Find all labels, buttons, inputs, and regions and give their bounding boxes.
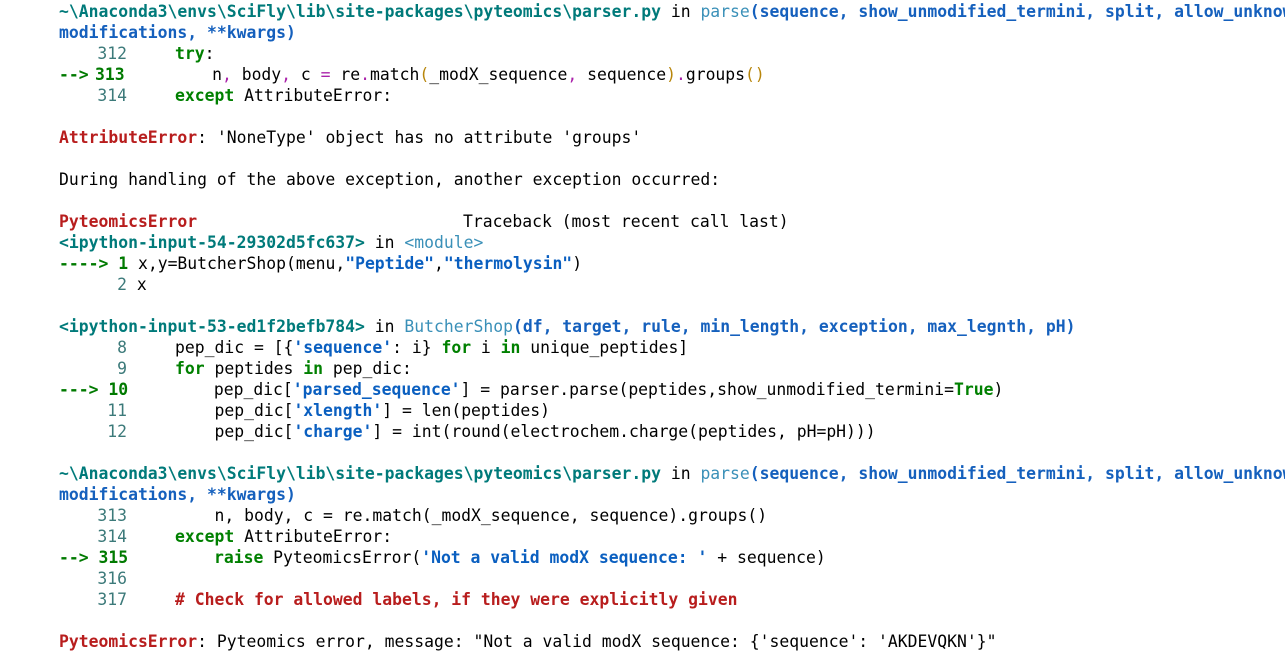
function-signature: (sequence, show_unmodified_termini, spli… — [749, 2, 1285, 21]
frame-header-cont: modifications, **kwargs) — [59, 23, 296, 42]
function-name: parse — [700, 464, 750, 483]
code-line-current: --> 313 n, body, c = re.match(_modX_seque… — [59, 65, 765, 84]
code-line: 313 n, body, c = re.match(_modX_sequence… — [97, 506, 768, 525]
traceback-output: ~\Anaconda3\envs\SciFly\lib\site-package… — [59, 1, 1285, 652]
code-line: 8 pep_dic = [{'sequence': i} for i in uni… — [117, 338, 689, 357]
exception-line: AttributeError: 'NoneType' object has no… — [59, 127, 1283, 148]
code-comment: # Check for allowed labels, if they were… — [175, 590, 738, 609]
frame-header: ~\Anaconda3\envs\SciFly\lib\site-package… — [59, 1, 1285, 22]
frame-header: <ipython-input-54-29302d5fc637> in <modu… — [59, 233, 484, 252]
function-signature: (df, target, rule, min_length, exception… — [512, 317, 1076, 336]
exception-name: PyteomicsError — [59, 212, 198, 231]
code-line: 317 # Check for allowed labels, if they w… — [97, 590, 738, 609]
code-line: 12 pep_dic['charge'] = int(round(electro… — [107, 422, 876, 441]
frame-header-cont: modifications, **kwargs) — [59, 485, 296, 504]
code-line: 11 pep_dic['xlength'] = len(peptides) — [107, 401, 551, 420]
code-line-current: --> 315 raise PyteomicsError('Not a vali… — [59, 548, 826, 567]
code-line: 314 except AttributeError: — [97, 86, 393, 105]
code-line-current: ----> 1 x,y=ButcherShop(menu,"Peptide","… — [59, 254, 583, 273]
cell-location: <ipython-input-54-29302d5fc637> — [59, 233, 365, 252]
exception-name: PyteomicsError — [59, 632, 198, 651]
exception-name: AttributeError — [59, 128, 198, 147]
code-line: 316 — [97, 569, 127, 588]
traceback-header: PyteomicsError Traceback (most recent cal… — [59, 211, 1283, 232]
file-path: ~\Anaconda3\envs\SciFly\lib\site-package… — [59, 2, 661, 21]
exception-message: : Pyteomics error, message: "Not a valid… — [197, 632, 997, 651]
code-line: 9 for peptides in pep_dic: — [117, 359, 412, 378]
exception-message: : 'NoneType' object has no attribute 'gr… — [197, 128, 642, 147]
function-name: ButcherShop — [404, 317, 513, 336]
function-signature: (sequence, show_unmodified_termini, spli… — [749, 464, 1285, 483]
traceback-title: Traceback (most recent call last) — [463, 212, 789, 231]
file-path: ~\Anaconda3\envs\SciFly\lib\site-package… — [59, 464, 661, 483]
function-name: <module> — [404, 233, 484, 252]
code-line: 314 except AttributeError: — [97, 527, 393, 546]
exception-line: PyteomicsError: Pyteomics error, message… — [59, 631, 1283, 652]
function-name: parse — [700, 2, 750, 21]
cell-location: <ipython-input-53-ed1f2befb784> — [59, 317, 365, 336]
frame-header: ~\Anaconda3\envs\SciFly\lib\site-package… — [59, 463, 1285, 484]
code-line: 2 x — [117, 275, 147, 294]
chained-exception-note: During handling of the above exception, … — [59, 170, 721, 189]
arrow-marker: --> — [59, 65, 89, 84]
code-line: 312 try: — [97, 44, 215, 63]
frame-header: <ipython-input-53-ed1f2befb784> in Butch… — [59, 317, 1076, 336]
code-line-current: ---> 10 pep_dic['parsed_sequence'] = par… — [59, 380, 1004, 399]
